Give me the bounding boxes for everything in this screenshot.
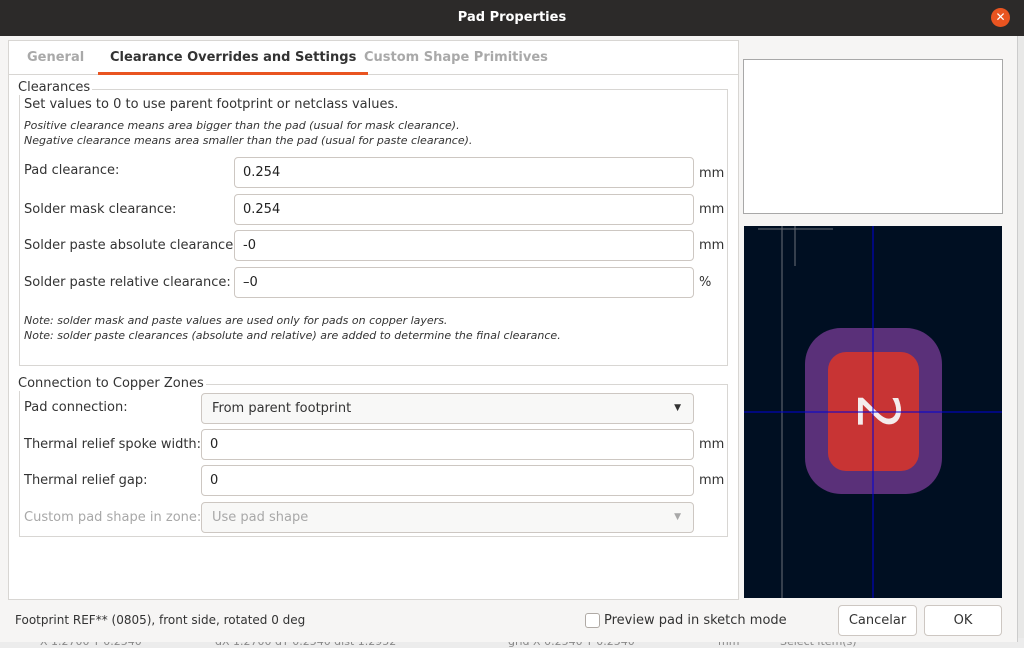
spoke-width-unit: mm (699, 437, 725, 452)
solder-mask-clearance-unit: mm (699, 202, 725, 217)
note-paste-added: Note: solder paste clearances (absolute … (24, 329, 561, 342)
pad-preview-svg: 2 (744, 226, 1002, 598)
tab-custom-shape-primitives[interactable]: Custom Shape Primitives (364, 41, 548, 75)
sketch-mode-checkbox[interactable] (585, 613, 600, 628)
pad-clearance-unit: mm (699, 166, 725, 181)
custom-shape-label: Custom pad shape in zone: (24, 510, 202, 525)
clearances-hint-negative: Negative clearance means area smaller th… (24, 134, 473, 147)
solder-paste-relative-input[interactable]: –0 (234, 267, 694, 298)
pad-connection-label: Pad connection: (24, 400, 128, 415)
pad-connection-value: From parent footprint (212, 401, 352, 416)
tab-general[interactable]: General (27, 41, 84, 75)
pad-preview-canvas[interactable]: 2 (744, 226, 1002, 598)
solder-paste-absolute-unit: mm (699, 238, 725, 253)
pad-connection-select[interactable]: From parent footprint ▼ (201, 393, 694, 424)
solder-paste-relative-label: Solder paste relative clearance: (24, 275, 231, 290)
solder-mask-clearance-input[interactable]: 0.254 (234, 194, 694, 225)
thermal-gap-unit: mm (699, 473, 725, 488)
thermal-gap-input[interactable]: 0 (201, 465, 694, 496)
spoke-width-input[interactable]: 0 (201, 429, 694, 460)
tab-clearance-overrides[interactable]: Clearance Overrides and Settings (98, 41, 369, 75)
clearances-hint-positive: Positive clearance means area bigger tha… (24, 119, 460, 132)
copper-zones-legend: Connection to Copper Zones (18, 376, 206, 391)
solder-paste-absolute-input[interactable]: -0 (234, 230, 694, 261)
solder-paste-relative-unit: % (699, 275, 712, 290)
custom-shape-select: Use pad shape ▼ (201, 502, 694, 533)
cancel-button[interactable]: Cancelar (838, 605, 917, 636)
notebook: General Clearance Overrides and Settings… (8, 40, 739, 600)
preview-info-panel (743, 59, 1003, 214)
custom-shape-value: Use pad shape (212, 510, 309, 525)
clearances-intro: Set values to 0 to use parent footprint … (24, 97, 399, 112)
dialog-title: Pad Properties (0, 0, 1024, 36)
footprint-info: Footprint REF** (0805), front side, rota… (15, 613, 306, 627)
pad-clearance-label: Pad clearance: (24, 163, 120, 178)
spoke-width-label: Thermal relief spoke width: (24, 437, 202, 452)
solder-paste-absolute-label: Solder paste absolute clearance: (24, 238, 238, 253)
ok-button[interactable]: OK (924, 605, 1002, 636)
chevron-down-icon: ▼ (674, 403, 681, 413)
close-icon[interactable]: ✕ (991, 8, 1010, 27)
sketch-mode-label[interactable]: Preview pad in sketch mode (604, 613, 787, 628)
solder-mask-clearance-label: Solder mask clearance: (24, 202, 177, 217)
tab-bar: General Clearance Overrides and Settings… (9, 41, 738, 75)
clearances-legend: Clearances (18, 80, 93, 95)
pad-clearance-input[interactable]: 0.254 (234, 157, 694, 188)
note-copper-layers: Note: solder mask and paste values are u… (24, 314, 448, 327)
thermal-gap-label: Thermal relief gap: (24, 473, 148, 488)
chevron-down-icon: ▼ (674, 512, 681, 522)
